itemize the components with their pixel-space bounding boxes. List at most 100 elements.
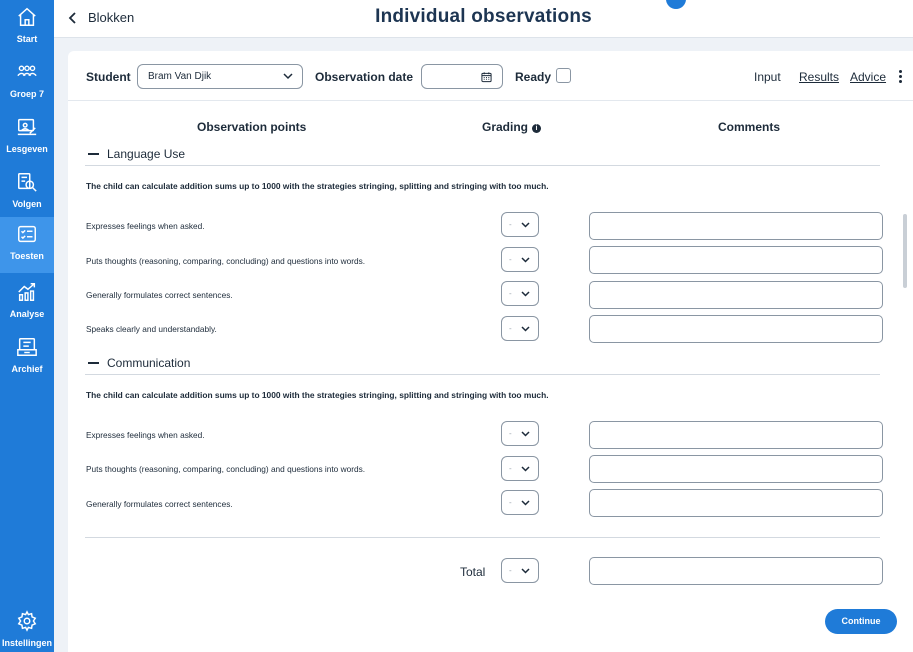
- chevron-down-icon: [521, 257, 530, 263]
- column-header-comments: Comments: [718, 120, 781, 134]
- grade-select[interactable]: -: [501, 490, 539, 515]
- student-select[interactable]: Bram Van Djik: [137, 64, 303, 89]
- section-header-language-use[interactable]: Language Use: [88, 147, 185, 161]
- grade-value: -: [509, 464, 512, 473]
- grade-value: -: [509, 255, 512, 264]
- continue-button[interactable]: Continue: [825, 609, 897, 634]
- collapse-icon[interactable]: [88, 362, 99, 364]
- test-icon: [18, 225, 36, 243]
- sidebar-item-label: Start: [16, 34, 38, 44]
- section-title: Communication: [107, 356, 191, 370]
- sidebar-item-analyse[interactable]: Analyse: [0, 275, 54, 329]
- calendar-icon[interactable]: [481, 71, 492, 83]
- scrollbar[interactable]: [903, 214, 907, 288]
- chevron-down-icon: [521, 568, 530, 574]
- grade-select[interactable]: -: [501, 281, 539, 306]
- grade-value: -: [509, 429, 512, 438]
- more-options-icon[interactable]: [898, 70, 902, 83]
- sidebar-item-toesten[interactable]: Toesten: [0, 217, 54, 273]
- chevron-down-icon: [521, 431, 530, 437]
- header: Blokken Individual observations: [54, 0, 913, 38]
- home-icon: [18, 7, 36, 26]
- chevron-down-icon: [283, 73, 293, 80]
- observation-label: Expresses feelings when asked.: [86, 221, 205, 231]
- grade-select[interactable]: -: [501, 212, 539, 237]
- observation-date-label: Observation date: [315, 70, 414, 84]
- grade-value: -: [509, 498, 512, 507]
- sidebar-item-label: Archief: [11, 364, 43, 374]
- sidebar-item-label: Toesten: [10, 251, 44, 261]
- total-grade-select[interactable]: -: [501, 558, 539, 583]
- chart-icon: [18, 283, 36, 301]
- comment-field[interactable]: [589, 489, 883, 517]
- observation-label: Generally formulates correct sentences.: [86, 290, 233, 300]
- teach-icon: [17, 118, 37, 136]
- sidebar-item-label: Volgen: [12, 199, 42, 209]
- comment-field[interactable]: [589, 421, 883, 449]
- section-goal: The child can calculate addition sums up…: [86, 181, 549, 191]
- follow-icon: [18, 173, 37, 192]
- collapse-icon[interactable]: [88, 153, 99, 155]
- sidebar-item-label: Groep 7: [9, 89, 44, 99]
- sidebar-item-group[interactable]: Groep 7: [0, 55, 54, 109]
- comment-field[interactable]: [589, 246, 883, 274]
- chevron-down-icon: [521, 500, 530, 506]
- observation-label: Expresses feelings when asked.: [86, 430, 205, 440]
- section-title: Language Use: [107, 147, 186, 161]
- chevron-down-icon: [521, 466, 530, 472]
- observation-label: Generally formulates correct sentences.: [86, 499, 233, 509]
- page-title: Individual observations: [375, 6, 592, 27]
- chevron-down-icon: [521, 291, 530, 297]
- total-comment-field[interactable]: [589, 557, 883, 585]
- tab-results[interactable]: Results: [799, 70, 839, 84]
- sidebar-item-label: Analyse: [9, 309, 45, 319]
- sidebar: Start Groep 7 Lesgeven Volgen Toesten An…: [0, 0, 54, 652]
- comment-field[interactable]: [589, 212, 883, 240]
- grade-select[interactable]: -: [501, 421, 539, 446]
- student-value: Bram Van Djik: [148, 71, 212, 82]
- group-icon: [17, 65, 37, 77]
- observation-date-field[interactable]: [421, 64, 503, 89]
- tab-input[interactable]: Input: [754, 70, 781, 84]
- grade-select[interactable]: -: [501, 456, 539, 481]
- sidebar-item-label: Lesgeven: [6, 144, 48, 154]
- observation-label: Puts thoughts (reasoning, comparing, con…: [86, 256, 366, 266]
- chevron-down-icon: [521, 326, 530, 332]
- grade-value: -: [509, 566, 512, 575]
- column-header-points: Observation points: [197, 120, 307, 134]
- observation-card: Student Bram Van Djik Observation date R…: [68, 51, 913, 652]
- tab-advice[interactable]: Advice: [850, 70, 886, 84]
- sidebar-item-start[interactable]: Start: [0, 0, 54, 54]
- comment-field[interactable]: [589, 281, 883, 309]
- section-divider: [85, 165, 880, 166]
- comment-field[interactable]: [589, 455, 883, 483]
- sidebar-item-lesgeven[interactable]: Lesgeven: [0, 110, 54, 164]
- grading-header-label: Grading: [482, 120, 529, 134]
- column-header-grading: Grading i: [482, 120, 542, 134]
- observation-label: Speaks clearly and understandably.: [86, 324, 217, 334]
- section-goal: The child can calculate addition sums up…: [86, 390, 549, 400]
- info-icon[interactable]: i: [532, 124, 542, 133]
- section-divider: [85, 374, 880, 375]
- comment-field[interactable]: [589, 315, 883, 343]
- grade-value: -: [509, 324, 512, 333]
- student-label: Student: [86, 70, 131, 84]
- grade-select[interactable]: -: [501, 247, 539, 272]
- sidebar-item-archief[interactable]: Archief: [0, 330, 54, 384]
- sidebar-item-label: Instellingen: [1, 638, 52, 648]
- chevron-down-icon: [521, 222, 530, 228]
- filter-bar: Student Bram Van Djik Observation date R…: [68, 51, 913, 101]
- sidebar-item-volgen[interactable]: Volgen: [0, 165, 54, 219]
- observation-label: Puts thoughts (reasoning, comparing, con…: [86, 464, 366, 474]
- section-header-communication[interactable]: Communication: [88, 356, 190, 370]
- total-label: Total: [460, 565, 486, 579]
- gear-icon: [17, 610, 37, 632]
- grade-select[interactable]: -: [501, 316, 539, 341]
- archive-icon: [17, 338, 37, 356]
- ready-checkbox[interactable]: [556, 68, 571, 83]
- grade-value: -: [509, 289, 512, 298]
- grade-value: -: [509, 220, 512, 229]
- sidebar-item-settings[interactable]: Instellingen: [0, 604, 54, 652]
- total-divider: [85, 537, 880, 538]
- ready-label: Ready: [515, 70, 552, 84]
